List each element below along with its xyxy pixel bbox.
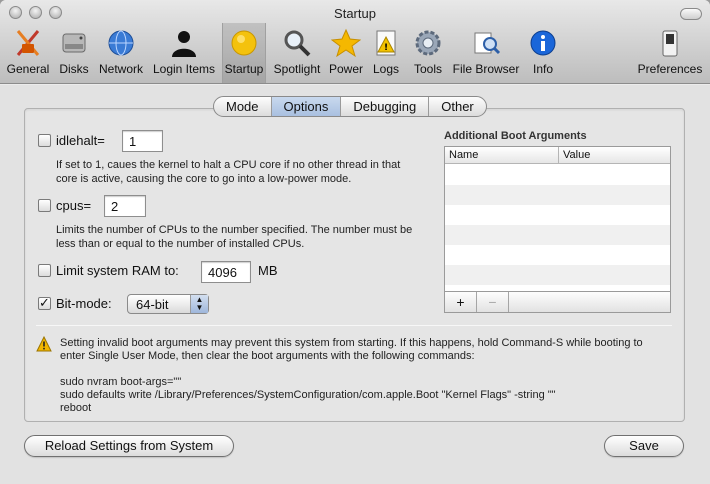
toolbar-item-spotlight[interactable]: Spotlight — [270, 26, 324, 80]
app-window: Startup General Disks Network Login Item… — [0, 0, 710, 484]
gear-icon — [415, 30, 441, 56]
bitmode-value: 64-bit — [136, 297, 169, 312]
table-row[interactable] — [445, 165, 670, 185]
startup-icon — [231, 30, 257, 56]
idlehalt-input[interactable]: 1 — [122, 130, 163, 152]
toolbar-item-info[interactable]: Info — [526, 26, 560, 80]
toolbar-item-label: Disks — [59, 62, 89, 76]
add-argument-button[interactable]: + — [445, 292, 477, 312]
toolbar-item-preferences[interactable]: Preferences — [634, 26, 706, 80]
toolbar-item-label: File Browser — [452, 62, 520, 76]
toolbar-item-label: General — [6, 62, 50, 76]
toolbar-item-general[interactable]: General — [4, 26, 52, 80]
logs-icon: ! — [376, 30, 396, 56]
command-line: reboot — [60, 402, 92, 414]
bitmode-label: Bit-mode: — [56, 296, 112, 311]
idlehalt-label: idlehalt= — [56, 133, 105, 148]
magnifier-icon — [284, 30, 311, 57]
table-row[interactable] — [445, 225, 670, 245]
tab-debugging[interactable]: Debugging — [341, 97, 430, 116]
toolbar-item-startup[interactable]: Startup — [222, 23, 266, 83]
table-footer: + − — [444, 291, 671, 313]
star-icon — [331, 28, 361, 58]
bitmode-checkbox[interactable] — [38, 295, 51, 311]
window-title: Startup — [334, 6, 376, 21]
svg-text:!: ! — [384, 43, 388, 53]
tab-bar: Mode Options Debugging Other — [213, 96, 487, 117]
cpus-description: Limits the number of CPUs to the number … — [56, 224, 413, 250]
boot-args-title: Additional Boot Arguments — [444, 130, 587, 142]
cpus-checkbox[interactable] — [38, 199, 51, 212]
warning-text: Setting invalid boot arguments may preve… — [60, 337, 643, 362]
toolbar-item-label: Tools — [413, 62, 442, 76]
toolbar-item-label: Power — [328, 62, 363, 76]
ram-limit-checkbox[interactable] — [38, 264, 51, 277]
table-row[interactable] — [445, 205, 670, 225]
switch-icon — [662, 30, 678, 57]
person-icon — [172, 31, 196, 57]
ram-limit-input[interactable]: 4096 — [201, 261, 251, 283]
tab-other[interactable]: Other — [429, 97, 486, 116]
bitmode-popup[interactable]: 64-bit ▲ ▼ — [127, 294, 209, 314]
toolbar-item-power[interactable]: Power — [326, 26, 366, 80]
toolbar-item-label: Login Items — [152, 62, 216, 76]
toolbar-item-label: Preferences — [637, 62, 703, 76]
column-header-name[interactable]: Name — [449, 149, 478, 161]
toolbar-item-label: Network — [98, 62, 143, 76]
reload-settings-button[interactable]: Reload Settings from System — [24, 435, 234, 457]
toolbar-item-logs[interactable]: ! Logs — [368, 26, 404, 80]
toolbar-item-disks[interactable]: Disks — [54, 26, 94, 80]
table-row[interactable] — [445, 185, 670, 205]
remove-argument-button[interactable]: − — [477, 292, 509, 312]
command-line: sudo nvram boot-args="" — [60, 376, 182, 388]
file-browser-icon — [474, 32, 501, 55]
table-row[interactable] — [445, 265, 670, 285]
cpus-input[interactable]: 2 — [104, 195, 146, 217]
toolbar-item-label: Logs — [372, 62, 400, 76]
globe-icon — [108, 30, 134, 56]
general-icon — [16, 30, 40, 56]
tab-options[interactable]: Options — [271, 97, 342, 116]
table-header: Name Value — [445, 147, 670, 164]
save-button[interactable]: Save — [604, 435, 684, 457]
toolbar-item-login-items[interactable]: Login Items — [150, 26, 218, 80]
boot-args-table[interactable]: Name Value — [444, 146, 671, 313]
titlebar: Startup General Disks Network Login Item… — [0, 0, 710, 84]
ram-unit-label: MB — [258, 263, 278, 278]
toolbar-toggle-button[interactable] — [680, 8, 702, 20]
warning-icon — [36, 336, 52, 352]
disk-icon — [62, 33, 86, 53]
column-header-value[interactable]: Value — [558, 147, 594, 164]
info-icon — [530, 30, 556, 56]
idlehalt-description: If set to 1, caues the kernel to halt a … — [56, 159, 401, 185]
divider — [36, 325, 672, 326]
tab-mode[interactable]: Mode — [214, 97, 272, 116]
toolbar-item-tools[interactable]: Tools — [408, 26, 448, 80]
cpus-label: cpus= — [56, 198, 92, 213]
idlehalt-checkbox[interactable] — [38, 134, 51, 147]
command-line: sudo defaults write /Library/Preferences… — [60, 389, 556, 401]
ram-limit-label: Limit system RAM to: — [56, 263, 179, 278]
popup-arrows-icon: ▲ ▼ — [190, 295, 208, 313]
toolbar-item-label: Info — [532, 62, 553, 76]
toolbar-item-label: Startup — [224, 62, 264, 76]
table-row[interactable] — [445, 245, 670, 265]
toolbar-item-file-browser[interactable]: File Browser — [450, 26, 522, 80]
toolbar-item-label: Spotlight — [273, 62, 321, 76]
toolbar-item-network[interactable]: Network — [96, 26, 146, 80]
